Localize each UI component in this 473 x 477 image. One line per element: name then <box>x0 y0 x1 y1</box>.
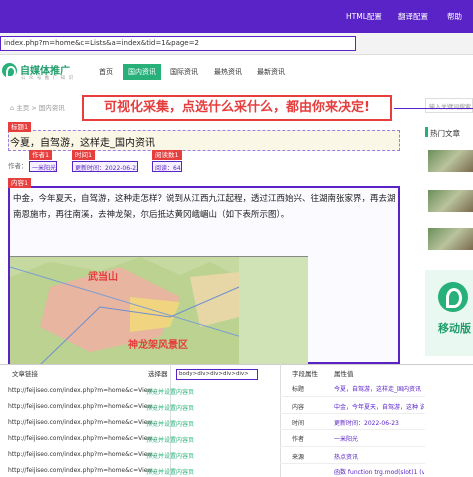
nav-home[interactable]: 首页 <box>99 67 113 77</box>
attr-value[interactable]: 今夏，自驾游，这样走_国内资讯 <box>334 384 424 393</box>
route-map-image: 武当山 神龙架风景区 <box>10 256 308 364</box>
map-right-panel <box>239 257 308 364</box>
col-header-link: 文章链接 <box>12 370 38 378</box>
preview-content-link[interactable]: 预览并设置内容页 <box>146 435 194 444</box>
map-label-wudangshan: 武当山 <box>88 272 118 283</box>
attr-name: 时间 <box>292 420 305 427</box>
hot-article-thumbnail[interactable] <box>428 190 473 212</box>
attr-name: 来源 <box>292 454 305 461</box>
preview-content-link[interactable]: 预览并设置内容页 <box>146 403 194 412</box>
sidebar-hot-title: 热门文章 <box>430 129 460 138</box>
author-field-tag: 作者1 <box>29 150 53 160</box>
panel-divider <box>280 364 281 477</box>
sidebar-search-input[interactable]: 输入关键词搜索 <box>425 98 473 113</box>
mobile-version-ad[interactable]: 移动版 <box>425 270 473 356</box>
nav-latest-news[interactable]: 最新资讯 <box>257 67 285 77</box>
attr-value[interactable]: 函数 function trg.mod(slot)1 (var slot = 3… <box>334 467 424 476</box>
breadcrumb[interactable]: ⌂ 主页 > 国内资讯 <box>10 102 65 112</box>
site-header: 自媒体推广 公 众 号 推 广 知 识 首页 国内资讯 国际资讯 最热资讯 最新… <box>0 56 473 94</box>
attr-name: 标题 <box>292 386 305 393</box>
hot-article-thumbnail[interactable] <box>428 228 473 250</box>
url-input[interactable]: index.php?m=home&c=Lists&a=index&tid=1&p… <box>0 36 356 51</box>
html-config-button[interactable]: HTML配置 <box>346 11 382 22</box>
author-label: 作者： <box>8 162 28 170</box>
col-header-selector: 选择器 <box>148 370 168 378</box>
article-link[interactable]: http://feijiseo.com/index.php?m=home&c=V… <box>8 387 158 394</box>
translate-config-button[interactable]: 翻译配置 <box>398 11 428 22</box>
nav-hot-news[interactable]: 最热资讯 <box>214 67 242 77</box>
views-selection-box[interactable]: 阅读：64 <box>152 161 182 172</box>
author-selection-box[interactable]: 一米阳光 <box>29 161 57 172</box>
time-selection-box[interactable]: 更新时间：2022-06-23 <box>72 161 138 172</box>
col-header-value: 属性值 <box>334 370 354 378</box>
ad-text: 移动版 <box>438 322 471 335</box>
attr-name: 内容 <box>292 404 305 411</box>
article-paragraph: 中金，今年夏天，自驾游，这种走怎样？说到从江西九江起程，透过江西始兴、往湖南张家… <box>13 194 396 220</box>
nav-domestic-news[interactable]: 国内资讯 <box>123 64 161 80</box>
content-field-tag: 内容1 <box>8 178 32 188</box>
col-header-attr: 字段属性 <box>292 370 318 378</box>
selector-input[interactable]: body>div>div>div>div> <box>176 369 258 380</box>
article-link[interactable]: http://feijiseo.com/index.php?m=home&c=V… <box>8 451 158 458</box>
attr-name: 作者 <box>292 436 305 443</box>
row-divider <box>280 446 425 447</box>
attr-value[interactable]: 一米阳光 <box>334 434 424 443</box>
row-divider <box>280 463 425 464</box>
annotation-arrow <box>392 108 473 109</box>
brand-logo-icon <box>438 282 468 312</box>
row-divider <box>280 396 425 397</box>
promo-banner: 可视化采集，点选什么采什么，都由你来决定! <box>82 95 392 121</box>
title-field-tag: 标题1 <box>8 122 32 132</box>
map-label-shennongjia: 神龙架风景区 <box>128 340 188 351</box>
article-link[interactable]: http://feijiseo.com/index.php?m=home&c=V… <box>8 403 158 410</box>
attr-value[interactable]: 中金，今年夏天，自驾游，这种 说到从江西九江... <box>334 402 424 411</box>
hot-article-thumbnail[interactable] <box>428 150 473 172</box>
top-toolbar: HTML配置 翻译配置 帮助 <box>0 0 473 33</box>
attr-value[interactable]: 更新时间：2022-06-23 <box>334 418 424 427</box>
sidebar-title-accent <box>425 127 428 137</box>
article-title: 今夏，自驾游，这样走_国内资讯 <box>10 138 155 149</box>
time-field-tag: 时间1 <box>72 150 96 160</box>
attr-value[interactable]: 热点资讯 <box>334 452 424 461</box>
brand-logo-icon <box>2 63 17 78</box>
address-bar-row: index.php?m=home&c=Lists&a=index&tid=1&p… <box>0 33 473 55</box>
article-link[interactable]: http://feijiseo.com/index.php?m=home&c=V… <box>8 419 158 426</box>
preview-content-link[interactable]: 预览并设置内容页 <box>146 387 194 396</box>
row-divider <box>280 413 425 414</box>
preview-content-link[interactable]: 预览并设置内容页 <box>146 419 194 428</box>
views-field-tag: 阅读数1 <box>152 150 182 160</box>
article-link[interactable]: http://feijiseo.com/index.php?m=home&c=V… <box>8 467 158 474</box>
help-button[interactable]: 帮助 <box>447 11 462 22</box>
brand-subtitle: 公 众 号 推 广 知 识 <box>21 76 75 81</box>
preview-content-link[interactable]: 预览并设置内容页 <box>146 467 194 476</box>
row-divider <box>280 429 425 430</box>
preview-content-link[interactable]: 预览并设置内容页 <box>146 451 194 460</box>
article-link[interactable]: http://feijiseo.com/index.php?m=home&c=V… <box>8 435 158 442</box>
nav-international-news[interactable]: 国际资讯 <box>170 67 198 77</box>
